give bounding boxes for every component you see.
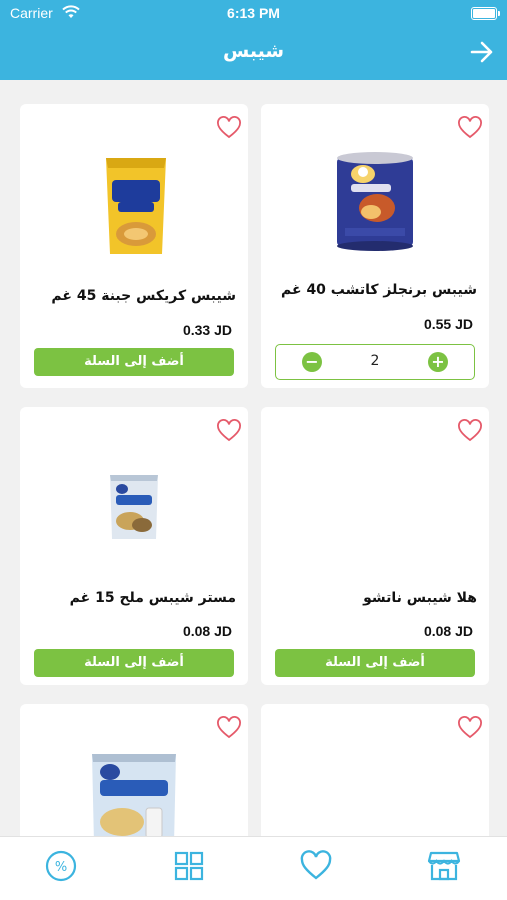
product-card[interactable]: شيبس كريكس جبنة 45 غم 0.33 JD أضف إلى ال…	[20, 104, 248, 388]
discount-icon[interactable]: %	[44, 849, 78, 883]
status-time: 6:13 PM	[227, 5, 280, 21]
product-card[interactable]: هلا شيبس ناتشو 0.08 JD أضف إلى السلة	[261, 407, 489, 685]
add-to-cart-button[interactable]: أضف إلى السلة	[34, 348, 234, 376]
grid-icon[interactable]	[172, 849, 206, 883]
page-title: شيبس	[222, 40, 285, 62]
mrchips-large-bag-image	[92, 754, 176, 844]
product-name: مستر شيبس ملح 15 غم	[69, 590, 236, 606]
quantity-stepper: − 2 +	[275, 344, 475, 380]
add-to-cart-button[interactable]: أضف إلى السلة	[275, 649, 475, 677]
favorite-heart-icon[interactable]	[216, 716, 242, 740]
svg-text:%: %	[55, 860, 67, 875]
product-price: 0.33 JD	[182, 322, 232, 338]
back-arrow-icon[interactable]	[469, 40, 495, 64]
product-name: هلا شيبس ناتشو	[363, 590, 477, 606]
product-card[interactable]: مستر شيبس ملح 15 غم 0.08 JD أضف إلى السل…	[20, 407, 248, 685]
battery-icon	[471, 7, 500, 20]
favorite-heart-icon[interactable]	[457, 419, 483, 443]
product-name: شيبس كريكس جبنة 45 غم	[51, 288, 236, 304]
add-to-cart-button[interactable]: أضف إلى السلة	[34, 649, 234, 677]
increase-button[interactable]: +	[428, 352, 448, 372]
product-name: شيبس برنجلز كاتشب 40 غم	[281, 282, 477, 298]
bottom-tab-bar: %	[0, 836, 507, 900]
product-price: 0.55 JD	[423, 316, 473, 332]
favorite-heart-icon[interactable]	[457, 716, 483, 740]
product-price: 0.08 JD	[182, 623, 232, 639]
product-price: 0.08 JD	[423, 623, 473, 639]
product-card[interactable]	[261, 704, 489, 844]
crix-bag-image	[106, 158, 166, 254]
store-icon[interactable]	[427, 849, 461, 883]
product-card[interactable]: شيبس برنجلز كاتشب 40 غم 0.55 JD − 2 +	[261, 104, 489, 388]
product-card[interactable]	[20, 704, 248, 844]
favorite-heart-icon[interactable]	[457, 116, 483, 140]
favorite-heart-icon[interactable]	[216, 116, 242, 140]
favorite-heart-icon[interactable]	[216, 419, 242, 443]
heart-icon[interactable]	[299, 849, 333, 883]
status-bar: Carrier 6:13 PM	[0, 0, 507, 28]
mrchips-small-bag-image	[110, 475, 158, 539]
pringles-can-image	[337, 152, 413, 251]
top-bar: Carrier 6:13 PM شيبس	[0, 0, 507, 80]
